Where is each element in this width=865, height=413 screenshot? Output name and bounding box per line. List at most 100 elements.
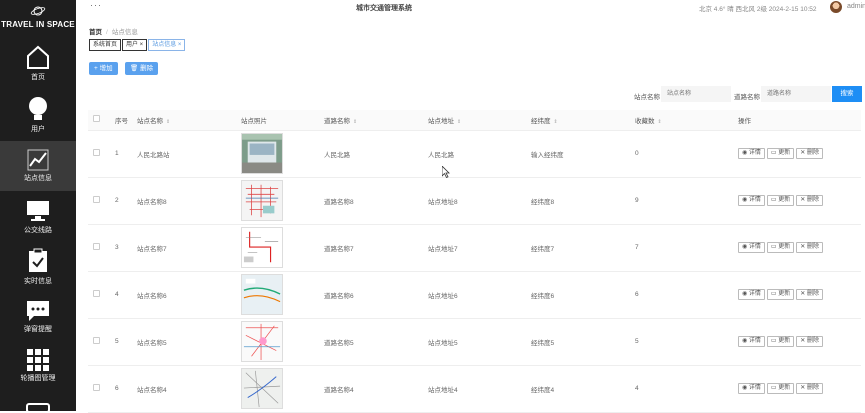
col-header-favorites[interactable]: 收藏数 ⇕ [632,110,735,131]
sidebar-item-carousel[interactable]: 轮播图管理 [0,349,76,399]
row-checkbox[interactable] [93,243,100,250]
row-delete-button[interactable]: ✕ 删除 [796,383,823,394]
update-button[interactable]: ▭ 更新 [766,148,795,159]
tab-users[interactable]: 用户 × [122,39,148,51]
detail-button[interactable]: ◉ 详情 [738,242,765,253]
clipboard-icon [29,248,47,272]
username[interactable]: admin [847,3,865,10]
cell-road-name: 道路名称6 [321,271,425,319]
col-header-label: 收藏数 [635,117,655,125]
cell-photo [238,271,321,319]
delete-button[interactable]: 🗑 删除 [125,62,159,75]
row-delete-button[interactable]: ✕ 删除 [796,242,823,253]
row-checkbox[interactable] [93,384,100,391]
row-checkbox[interactable] [93,149,100,156]
close-icon: ✕ [800,385,807,391]
col-header-no: 序号 [112,110,134,131]
sidebar-item-realtime[interactable]: 实时信息 [0,248,76,298]
row-checkbox[interactable] [93,337,100,344]
update-button-label: 更新 [778,150,791,156]
detail-button-label: 详情 [748,244,761,250]
table-row: 3 站点名称7 道路名称7 站点地址7 经纬度7 7 ◉ 详情 ▭ 更新 ✕ 删除 [88,224,861,272]
cell-address: 人民北路 [425,130,528,178]
road-name-input[interactable] [761,86,831,102]
logo: TRAVEL IN SPACE [0,4,76,29]
station-name-input[interactable] [661,86,731,102]
eye-icon: ◉ [742,338,749,344]
cell-coords: 经纬度7 [528,224,632,272]
detail-button[interactable]: ◉ 详情 [738,336,765,347]
station-photo [241,321,283,362]
table-row: 4 站点名称6 道路名称6 站点地址6 经纬度6 6 ◉ 详情 ▭ 更新 ✕ 删除 [88,271,861,319]
row-delete-button[interactable]: ✕ 删除 [796,336,823,347]
sort-icon: ⇕ [553,118,558,125]
sidebar-item-more[interactable] [0,401,76,411]
cell-favorites: 6 [632,271,735,319]
chat-icon [27,301,49,321]
row-delete-button-label: 删除 [806,338,819,344]
row-delete-button[interactable]: ✕ 删除 [796,148,823,159]
close-icon: ✕ [800,150,807,156]
update-button[interactable]: ▭ 更新 [766,383,795,394]
tab-system-home[interactable]: 系统首页 [89,39,122,51]
breadcrumb-separator: / [106,29,108,36]
col-header-photo: 站点照片 [238,110,321,131]
cell-no: 1 [112,130,134,178]
cell-station-name: 人民北路站 [134,130,238,178]
detail-button[interactable]: ◉ 详情 [738,195,765,206]
sidebar-item-label: 弹窗提醒 [24,326,52,333]
col-header-name[interactable]: 站点名称 ⇕ [134,110,238,131]
cell-road-name: 道路名称5 [321,318,425,366]
col-header-road[interactable]: 道路名称 ⇕ [321,110,425,131]
home-icon [27,45,49,69]
sidebar-item-label: 用户 [31,126,45,133]
row-checkbox[interactable] [93,196,100,203]
cell-station-name: 站点名称5 [134,318,238,366]
cell-photo [238,224,321,272]
menu-toggle-button[interactable]: ··· [90,0,102,10]
row-delete-button[interactable]: ✕ 删除 [796,289,823,300]
col-header-label: 道路名称 [324,117,350,125]
trash-icon: 🗑 [130,65,141,72]
update-button[interactable]: ▭ 更新 [766,242,795,253]
sidebar-item-bus-routes[interactable]: 公交线路 [0,199,76,249]
col-header-coords[interactable]: 经纬度 ⇕ [528,110,632,131]
cell-actions: ◉ 详情 ▭ 更新 ✕ 删除 [735,318,861,366]
sidebar-item-stations[interactable]: 站点信息 [0,141,76,191]
sidebar-item-home[interactable]: 首页 [0,44,76,94]
row-delete-button-label: 删除 [806,385,819,391]
cell-address: 站点地址5 [425,318,528,366]
breadcrumb-home[interactable]: 首页 [89,29,102,36]
sort-icon: ⇕ [353,118,358,125]
add-button[interactable]: + 增加 [89,62,118,75]
detail-button[interactable]: ◉ 详情 [738,289,765,300]
sidebar-item-popups[interactable]: 弹窗提醒 [0,300,76,350]
detail-button-label: 详情 [748,338,761,344]
table-row: 6 站点名称4 道路名称4 站点地址4 经纬度4 4 ◉ 详情 ▭ 更新 ✕ 删除 [88,365,861,413]
detail-button[interactable]: ◉ 详情 [738,383,765,394]
avatar[interactable] [830,1,842,13]
update-button[interactable]: ▭ 更新 [766,289,795,300]
row-checkbox[interactable] [93,290,100,297]
cell-road-name: 道路名称8 [321,177,425,225]
col-header-address[interactable]: 站点地址 ⇕ [425,110,528,131]
tab-stations[interactable]: 站点信息 × [148,39,186,51]
brand-name: TRAVEL IN SPACE [1,20,75,29]
mouse-cursor-icon [442,166,450,178]
detail-button-label: 详情 [748,150,761,156]
select-all-checkbox[interactable] [93,115,100,123]
row-delete-button-label: 删除 [806,291,819,297]
update-button[interactable]: ▭ 更新 [766,336,795,347]
row-delete-button[interactable]: ✕ 删除 [796,195,823,206]
sidebar-item-label: 实时信息 [24,278,52,285]
detail-button[interactable]: ◉ 详情 [738,148,765,159]
cell-photo [238,318,321,366]
breadcrumb: 首页 / 站点信息 [89,26,138,36]
sidebar-item-users[interactable]: 用户 [0,96,76,146]
cell-coords: 经纬度6 [528,271,632,319]
road-name-label: 道路名称 [734,94,760,101]
cell-photo [238,177,321,225]
update-button[interactable]: ▭ 更新 [766,195,795,206]
search-button[interactable]: 搜索 [832,86,862,102]
cell-actions: ◉ 详情 ▭ 更新 ✕ 删除 [735,224,861,272]
